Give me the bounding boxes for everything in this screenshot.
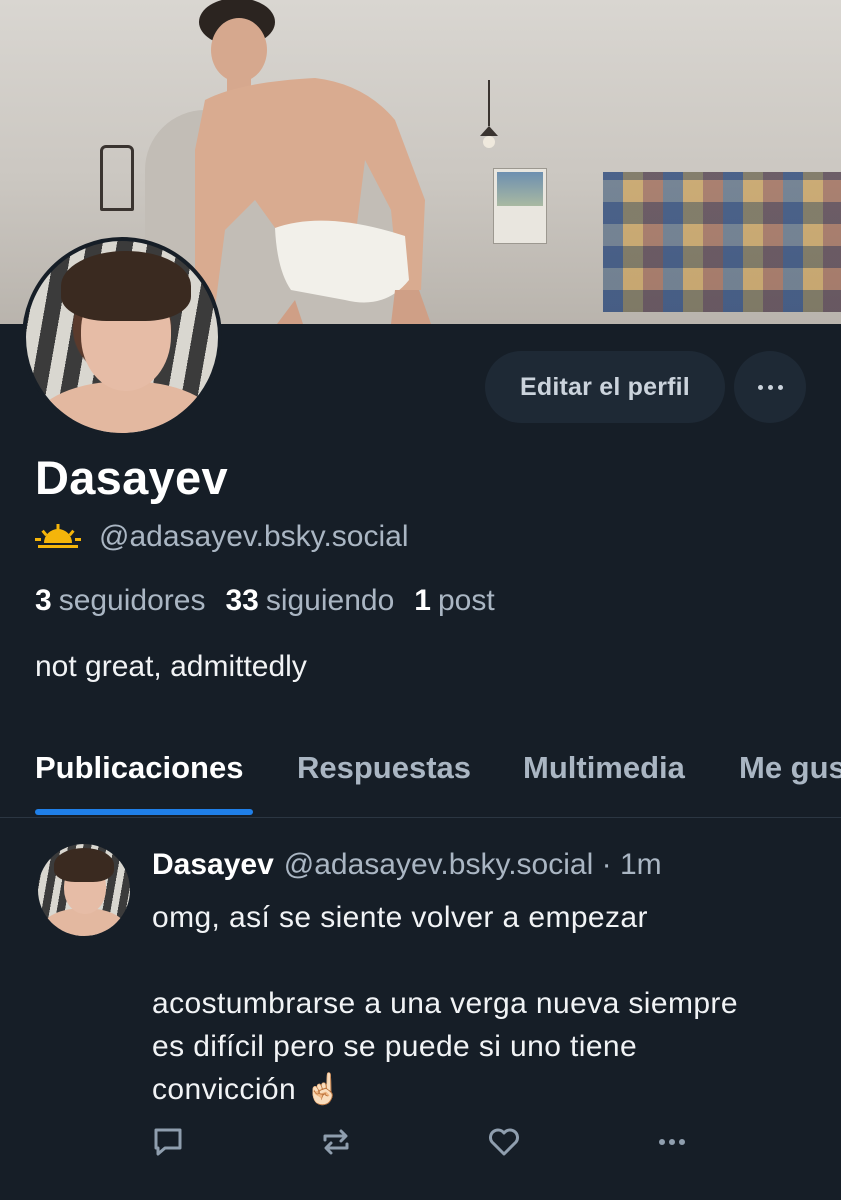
like-button[interactable] bbox=[486, 1124, 522, 1160]
repost-icon bbox=[323, 1129, 349, 1155]
post-line: acostumbrarse a una verga nueva siempre bbox=[152, 987, 738, 1020]
post-more-button[interactable] bbox=[654, 1124, 690, 1160]
profile-display-name: Dasayev bbox=[35, 451, 228, 504]
post-line: omg, así se siente volver a empezar bbox=[152, 901, 648, 934]
tab-me-gusta[interactable]: Me gus bbox=[739, 750, 841, 786]
post-line: es difícil pero se puede si uno tiene bbox=[152, 1030, 638, 1063]
following-stat[interactable]: 33 siguiendo bbox=[225, 584, 394, 618]
more-options-button[interactable] bbox=[734, 351, 806, 423]
more-icon bbox=[659, 1139, 685, 1145]
banner-tiles bbox=[603, 172, 841, 312]
profile-handle: @adasayev.bsky.social bbox=[99, 520, 409, 553]
tab-respuestas[interactable]: Respuestas bbox=[297, 750, 471, 786]
post-author-handle[interactable]: @adasayev.bsky.social bbox=[284, 848, 593, 881]
profile-tabs: Publicaciones Respuestas Multimedia Me g… bbox=[0, 740, 841, 818]
post-author-name[interactable]: Dasayev bbox=[152, 848, 274, 881]
edit-profile-button[interactable]: Editar el perfil bbox=[485, 351, 725, 423]
repost-button[interactable] bbox=[318, 1124, 354, 1160]
active-tab-indicator bbox=[35, 809, 253, 815]
profile-handle-row: @adasayev.bsky.social bbox=[35, 520, 408, 554]
banner-pendant-lamp bbox=[480, 80, 498, 148]
post-header: Dasayev @adasayev.bsky.social · 1m bbox=[152, 848, 662, 882]
post-author-avatar[interactable] bbox=[38, 844, 130, 936]
profile-avatar[interactable] bbox=[22, 237, 222, 437]
post-text: omg, así se siente volver a empezar acos… bbox=[152, 896, 822, 1111]
banner-person bbox=[195, 0, 431, 324]
post-line: convicción ☝🏻 bbox=[152, 1073, 343, 1106]
tab-multimedia[interactable]: Multimedia bbox=[523, 750, 685, 786]
reply-icon bbox=[154, 1128, 182, 1156]
followers-stat[interactable]: 3 seguidores bbox=[35, 584, 205, 618]
tab-publicaciones[interactable]: Publicaciones bbox=[35, 750, 243, 786]
sunrise-icon bbox=[35, 524, 81, 548]
post-timestamp[interactable]: 1m bbox=[620, 848, 662, 881]
profile-bio: not great, admittedly bbox=[35, 650, 307, 683]
profile-stats: 3 seguidores 33 siguiendo 1 post bbox=[35, 584, 495, 618]
more-icon bbox=[757, 384, 783, 390]
posts-stat: 1 post bbox=[414, 584, 495, 617]
reply-button[interactable] bbox=[150, 1124, 186, 1160]
banner-calendar bbox=[493, 168, 547, 244]
banner-wall-lamp bbox=[100, 145, 134, 211]
heart-icon bbox=[489, 1128, 519, 1156]
post-actions bbox=[150, 1124, 710, 1160]
post-separator: · bbox=[601, 848, 612, 881]
